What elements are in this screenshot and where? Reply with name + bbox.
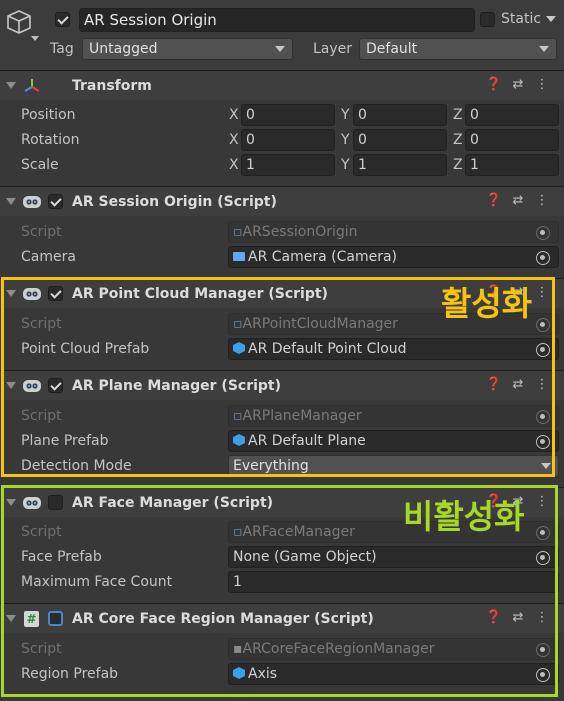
script-file-icon: ▫ — [233, 224, 243, 240]
rotation-y-axis[interactable]: Y — [341, 131, 350, 149]
position-z-axis[interactable]: Z — [453, 106, 463, 124]
static-checkbox[interactable] — [480, 12, 495, 27]
rotation-y-field[interactable]: 0 — [353, 129, 447, 151]
rotation-x-axis[interactable]: X — [229, 131, 239, 149]
session-origin-header[interactable]: AR Session Origin (Script) ❓ ⇄ ⋮ — [0, 186, 564, 216]
position-y-axis[interactable]: Y — [341, 106, 350, 124]
component-header-icons: ❓ ⇄ ⋮ — [482, 193, 554, 208]
foldout-arrow-icon[interactable] — [6, 82, 16, 89]
position-x-axis[interactable]: X — [229, 106, 239, 124]
rotation-x-field[interactable]: 0 — [241, 129, 335, 151]
position-y-field[interactable]: 0 — [353, 104, 447, 126]
position-x-field[interactable]: 0 — [241, 104, 335, 126]
layer-label: Layer — [313, 41, 353, 57]
help-icon[interactable]: ❓ — [482, 193, 506, 208]
rotation-z-axis[interactable]: Z — [453, 131, 463, 149]
scale-y-axis[interactable]: Y — [341, 156, 350, 174]
component-header-icons: ❓ ⇄ ⋮ — [482, 77, 554, 92]
object-name-field[interactable]: AR Session Origin — [79, 8, 475, 32]
object-picker-icon — [536, 226, 550, 240]
scale-x-axis[interactable]: X — [229, 156, 239, 174]
presets-icon[interactable]: ⇄ — [506, 193, 530, 208]
tag-dropdown[interactable]: Untagged — [82, 38, 293, 60]
static-label[interactable]: Static — [501, 10, 541, 28]
camera-value: AR Camera (Camera) — [248, 249, 398, 265]
position-z-field[interactable]: 0 — [465, 104, 559, 126]
tag-label: Tag — [50, 41, 74, 57]
chevron-down-icon[interactable] — [31, 36, 39, 41]
transform-title: Transform — [72, 78, 152, 94]
scale-z-field[interactable]: 1 — [465, 154, 559, 176]
active-annotation-label: 활성화 — [441, 284, 533, 323]
position-label: Position — [21, 107, 76, 123]
scale-x-field[interactable]: 1 — [241, 154, 335, 176]
script-label: Script — [21, 224, 62, 240]
scale-y-field[interactable]: 1 — [353, 154, 447, 176]
script-value: ARSessionOrigin — [242, 224, 358, 240]
presets-icon[interactable]: ⇄ — [506, 77, 530, 92]
camera-icon — [233, 252, 245, 261]
object-picker-icon[interactable] — [536, 251, 550, 265]
help-icon[interactable]: ❓ — [482, 77, 506, 92]
layer-value: Default — [366, 41, 418, 57]
tag-value: Untagged — [89, 41, 158, 57]
scale-z-axis[interactable]: Z — [453, 156, 463, 174]
transform-axis-icon — [24, 79, 40, 92]
kebab-menu-icon[interactable]: ⋮ — [530, 193, 554, 208]
gameobject-cube-icon — [7, 10, 31, 34]
camera-field[interactable]: AR Camera (Camera) — [228, 246, 559, 268]
active-checkbox[interactable] — [55, 12, 70, 27]
rotation-label: Rotation — [21, 132, 80, 148]
session-origin-script-field: ▫ARSessionOrigin — [228, 221, 559, 243]
rotation-z-field[interactable]: 0 — [465, 129, 559, 151]
transform-header[interactable]: Transform ❓ ⇄ ⋮ — [0, 70, 564, 100]
camera-label: Camera — [21, 249, 76, 265]
gameobject-header: AR Session Origin Static Tag Untagged La… — [0, 0, 564, 70]
scale-label: Scale — [21, 157, 59, 173]
foldout-arrow-icon[interactable] — [6, 198, 16, 205]
static-dropdown-arrow-icon[interactable] — [546, 16, 556, 22]
session-origin-enabled-checkbox[interactable] — [48, 194, 63, 209]
session-origin-title: AR Session Origin (Script) — [72, 194, 277, 210]
inactive-annotation-label: 비활성화 — [403, 497, 525, 536]
layer-dropdown[interactable]: Default — [359, 38, 557, 60]
script-robot-icon — [23, 196, 41, 208]
kebab-menu-icon[interactable]: ⋮ — [530, 77, 554, 92]
